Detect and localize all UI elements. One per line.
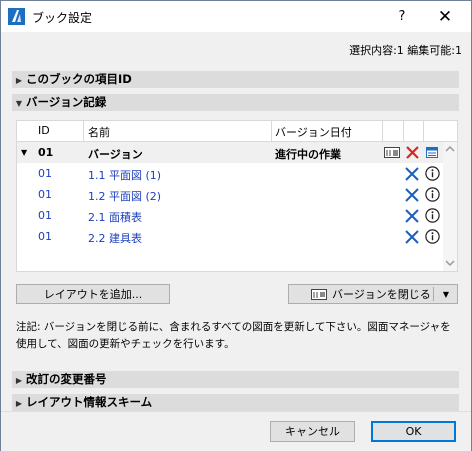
dialog-footer: キャンセル OK [1, 411, 471, 451]
table-row[interactable]: 01 1.2 平面図 (2) [17, 184, 457, 205]
section-book-item-id[interactable]: ▶ このブックの項目ID [12, 71, 459, 88]
row-id: 01 [38, 209, 52, 222]
section-label: このブックの項目ID [26, 72, 132, 86]
close-version-icon[interactable] [384, 146, 400, 159]
title-bar: ブック設定 ? ✕ [1, 1, 471, 32]
header-name[interactable]: 名前 [88, 124, 110, 140]
row-id: 01 [38, 167, 52, 180]
close-version-icon [311, 289, 327, 300]
expand-triangle-icon: ▶ [15, 76, 23, 85]
expand-triangle-icon: ▶ [15, 399, 23, 408]
app-logo-icon [8, 8, 25, 25]
close-version-label: バージョンを閉じる [332, 288, 431, 301]
section-version-history[interactable]: ▼ バージョン記録 [12, 94, 459, 111]
add-layout-button[interactable]: レイアウトを追加... [16, 284, 170, 304]
info-icon[interactable] [425, 229, 440, 244]
info-icon[interactable] [425, 166, 440, 181]
scroll-up-arrow-icon[interactable] [445, 145, 455, 152]
group-status: 進行中の作業 [275, 148, 341, 161]
collapse-triangle-icon[interactable]: ▼ [21, 148, 27, 157]
row-name: 1.1 平面図 (1) [88, 169, 162, 182]
cancel-button[interactable]: キャンセル [270, 421, 355, 442]
group-name: バージョン [88, 148, 143, 161]
table-row[interactable]: 01 2.2 建具表 [17, 226, 457, 247]
row-name: 1.2 平面図 (2) [88, 190, 162, 203]
section-layout-info-scheme[interactable]: ▶ レイアウト情報スキーム [12, 394, 459, 411]
x-icon[interactable] [405, 209, 419, 223]
header-id[interactable]: ID [38, 124, 50, 137]
scroll-down-arrow-icon[interactable] [445, 260, 455, 267]
table-row[interactable]: 01 1.1 平面図 (1) [17, 163, 457, 184]
column-divider [423, 121, 424, 141]
section-label: レイアウト情報スキーム [26, 395, 153, 409]
column-divider [382, 121, 383, 141]
collapse-triangle-icon: ▼ [15, 99, 23, 108]
version-table: ID 名前 バージョン日付 ▼ 01 バージョン 進行中の作業 01 1.1 平… [16, 120, 458, 272]
delete-version-icon[interactable] [406, 146, 419, 159]
help-button[interactable]: ? [387, 4, 417, 30]
table-header: ID 名前 バージョン日付 [17, 121, 457, 142]
table-row[interactable]: 01 2.1 面積表 [17, 205, 457, 226]
dropdown-arrow-icon[interactable]: ▼ [435, 285, 457, 305]
header-version-date[interactable]: バージョン日付 [275, 124, 352, 140]
vertical-scrollbar[interactable] [443, 142, 457, 271]
ok-button[interactable]: OK [371, 421, 456, 442]
x-icon[interactable] [405, 188, 419, 202]
section-label: バージョン記録 [26, 95, 107, 109]
section-label: 改訂の変更番号 [26, 372, 107, 386]
version-settings-icon[interactable] [426, 147, 438, 158]
row-name: 2.1 面積表 [88, 211, 142, 224]
x-icon[interactable] [405, 230, 419, 244]
close-button[interactable]: ✕ [427, 4, 463, 30]
group-id: 01 [38, 146, 54, 159]
column-divider [83, 121, 84, 141]
group-row[interactable]: ▼ 01 バージョン 進行中の作業 [17, 142, 457, 163]
close-version-split-button[interactable]: バージョンを閉じる ▼ [288, 284, 458, 304]
column-divider [403, 121, 404, 141]
row-id: 01 [38, 230, 52, 243]
book-settings-dialog: ブック設定 ? ✕ 選択内容:1 編集可能:1 ▶ このブックの項目ID ▼ バージ… [0, 0, 472, 451]
window-title: ブック設定 [32, 11, 93, 25]
section-revision-change-number[interactable]: ▶ 改訂の変更番号 [12, 371, 459, 388]
x-icon[interactable] [405, 167, 419, 181]
selection-info: 選択内容:1 編集可能:1 [349, 44, 462, 57]
row-name: 2.2 建具表 [88, 232, 142, 245]
row-id: 01 [38, 188, 52, 201]
column-divider [271, 121, 272, 141]
info-icon[interactable] [425, 187, 440, 202]
expand-triangle-icon: ▶ [15, 376, 23, 385]
info-icon[interactable] [425, 208, 440, 223]
note-text: 注記: バージョンを閉じる前に、含まれるすべての図面を更新して下さい。図面マネー… [16, 321, 451, 350]
split-divider [433, 287, 434, 301]
